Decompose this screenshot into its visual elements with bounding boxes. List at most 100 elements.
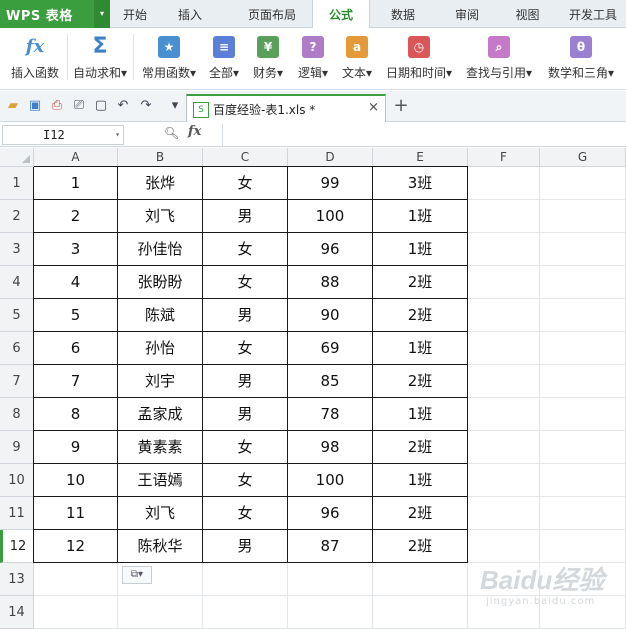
row-header-10[interactable]: 10	[0, 464, 34, 497]
cell-b4[interactable]: 张盼盼	[118, 266, 203, 299]
cell-a3[interactable]: 3	[34, 233, 118, 266]
cell-b1[interactable]: 张烨	[118, 167, 203, 200]
cell-f7[interactable]	[468, 365, 540, 398]
cell-b11[interactable]: 刘飞	[118, 497, 203, 530]
cell-c1[interactable]: 女	[203, 167, 288, 200]
ribbon-button-3[interactable]: ≡ 全部▾	[204, 32, 244, 84]
cell-a13[interactable]	[34, 563, 118, 596]
row-header-9[interactable]: 9	[0, 431, 34, 464]
column-header-e[interactable]: E	[373, 148, 468, 167]
tab-6[interactable]: 视图	[500, 0, 555, 28]
tab-2[interactable]: 页面布局	[232, 0, 312, 28]
cell-b7[interactable]: 刘宇	[118, 365, 203, 398]
tab-5[interactable]: 审阅	[437, 0, 497, 28]
cell-b12[interactable]: 陈秋华	[118, 530, 203, 563]
ribbon-button-4[interactable]: ¥ 财务▾	[246, 32, 290, 84]
cell-d11[interactable]: 96	[288, 497, 373, 530]
cell-d2[interactable]: 100	[288, 200, 373, 233]
cell-e4[interactable]: 2班	[373, 266, 468, 299]
cell-c11[interactable]: 女	[203, 497, 288, 530]
cell-a7[interactable]: 7	[34, 365, 118, 398]
cell-b8[interactable]: 孟家成	[118, 398, 203, 431]
app-menu-dropdown-icon[interactable]: ▾	[94, 0, 110, 28]
cell-c13[interactable]	[203, 563, 288, 596]
row-header-14[interactable]: 14	[0, 596, 34, 629]
cell-d6[interactable]: 69	[288, 332, 373, 365]
row-header-8[interactable]: 8	[0, 398, 34, 431]
cell-e1[interactable]: 3班	[373, 167, 468, 200]
ribbon-button-0[interactable]: fx 插入函数	[4, 32, 66, 84]
ribbon-button-6[interactable]: a 文本▾	[336, 32, 378, 84]
cell-g7[interactable]	[540, 365, 626, 398]
column-header-a[interactable]: A	[34, 148, 118, 167]
cell-d10[interactable]: 100	[288, 464, 373, 497]
tab-1[interactable]: 插入	[160, 0, 220, 28]
row-header-13[interactable]: 13	[0, 563, 34, 596]
cell-b3[interactable]: 孙佳怡	[118, 233, 203, 266]
row-header-11[interactable]: 11	[0, 497, 34, 530]
row-header-4[interactable]: 4	[0, 266, 34, 299]
row-header-2[interactable]: 2	[0, 200, 34, 233]
column-header-g[interactable]: G	[540, 148, 626, 167]
row-header-5[interactable]: 5	[0, 299, 34, 332]
more-dropdown-icon[interactable]: ▾	[166, 97, 184, 115]
cell-f3[interactable]	[468, 233, 540, 266]
cell-g9[interactable]	[540, 431, 626, 464]
cell-e14[interactable]	[373, 596, 468, 629]
row-header-3[interactable]: 3	[0, 233, 34, 266]
cell-f4[interactable]	[468, 266, 540, 299]
cell-e12[interactable]: 2班	[373, 530, 468, 563]
cell-c12[interactable]: 男	[203, 530, 288, 563]
cell-c6[interactable]: 女	[203, 332, 288, 365]
print-icon[interactable]: ⎚	[70, 97, 88, 115]
cell-c10[interactable]: 女	[203, 464, 288, 497]
cell-f6[interactable]	[468, 332, 540, 365]
cell-f1[interactable]	[468, 167, 540, 200]
cell-c3[interactable]: 女	[203, 233, 288, 266]
cell-f9[interactable]	[468, 431, 540, 464]
cell-d12[interactable]: 87	[288, 530, 373, 563]
cell-a8[interactable]: 8	[34, 398, 118, 431]
cell-a10[interactable]: 10	[34, 464, 118, 497]
name-box[interactable]: I12 ▾	[2, 125, 124, 145]
zoom-search-icon[interactable]: 🔍︎	[164, 126, 180, 142]
tab-4[interactable]: 数据	[372, 0, 434, 28]
cell-d5[interactable]: 90	[288, 299, 373, 332]
name-box-dropdown-icon[interactable]: ▾	[115, 126, 120, 144]
cell-b14[interactable]	[118, 596, 203, 629]
cell-e10[interactable]: 1班	[373, 464, 468, 497]
cell-e2[interactable]: 1班	[373, 200, 468, 233]
cell-b6[interactable]: 孙怡	[118, 332, 203, 365]
column-header-d[interactable]: D	[288, 148, 373, 167]
cell-g10[interactable]	[540, 464, 626, 497]
open-folder-icon[interactable]: ▰	[4, 97, 22, 115]
cell-b10[interactable]: 王语嫣	[118, 464, 203, 497]
cell-d4[interactable]: 88	[288, 266, 373, 299]
cell-a4[interactable]: 4	[34, 266, 118, 299]
formula-input[interactable]	[222, 124, 626, 146]
column-header-f[interactable]: F	[468, 148, 540, 167]
cell-e11[interactable]: 2班	[373, 497, 468, 530]
cell-b5[interactable]: 陈斌	[118, 299, 203, 332]
cell-a11[interactable]: 11	[34, 497, 118, 530]
cell-f2[interactable]	[468, 200, 540, 233]
cell-e6[interactable]: 1班	[373, 332, 468, 365]
cell-f10[interactable]	[468, 464, 540, 497]
cell-d7[interactable]: 85	[288, 365, 373, 398]
cell-g2[interactable]	[540, 200, 626, 233]
cell-f8[interactable]	[468, 398, 540, 431]
cell-b2[interactable]: 刘飞	[118, 200, 203, 233]
cell-g5[interactable]	[540, 299, 626, 332]
cell-d14[interactable]	[288, 596, 373, 629]
column-header-c[interactable]: C	[203, 148, 288, 167]
row-header-1[interactable]: 1	[0, 167, 34, 200]
cell-e9[interactable]: 2班	[373, 431, 468, 464]
wps-app-menu[interactable]: WPS 表格 ▾	[0, 0, 110, 28]
cell-c7[interactable]: 男	[203, 365, 288, 398]
cell-g8[interactable]	[540, 398, 626, 431]
row-header-12[interactable]: 12	[0, 530, 34, 563]
cell-g4[interactable]	[540, 266, 626, 299]
cell-a1[interactable]: 1	[34, 167, 118, 200]
cell-d9[interactable]: 98	[288, 431, 373, 464]
close-tab-icon[interactable]: ×	[368, 100, 379, 115]
